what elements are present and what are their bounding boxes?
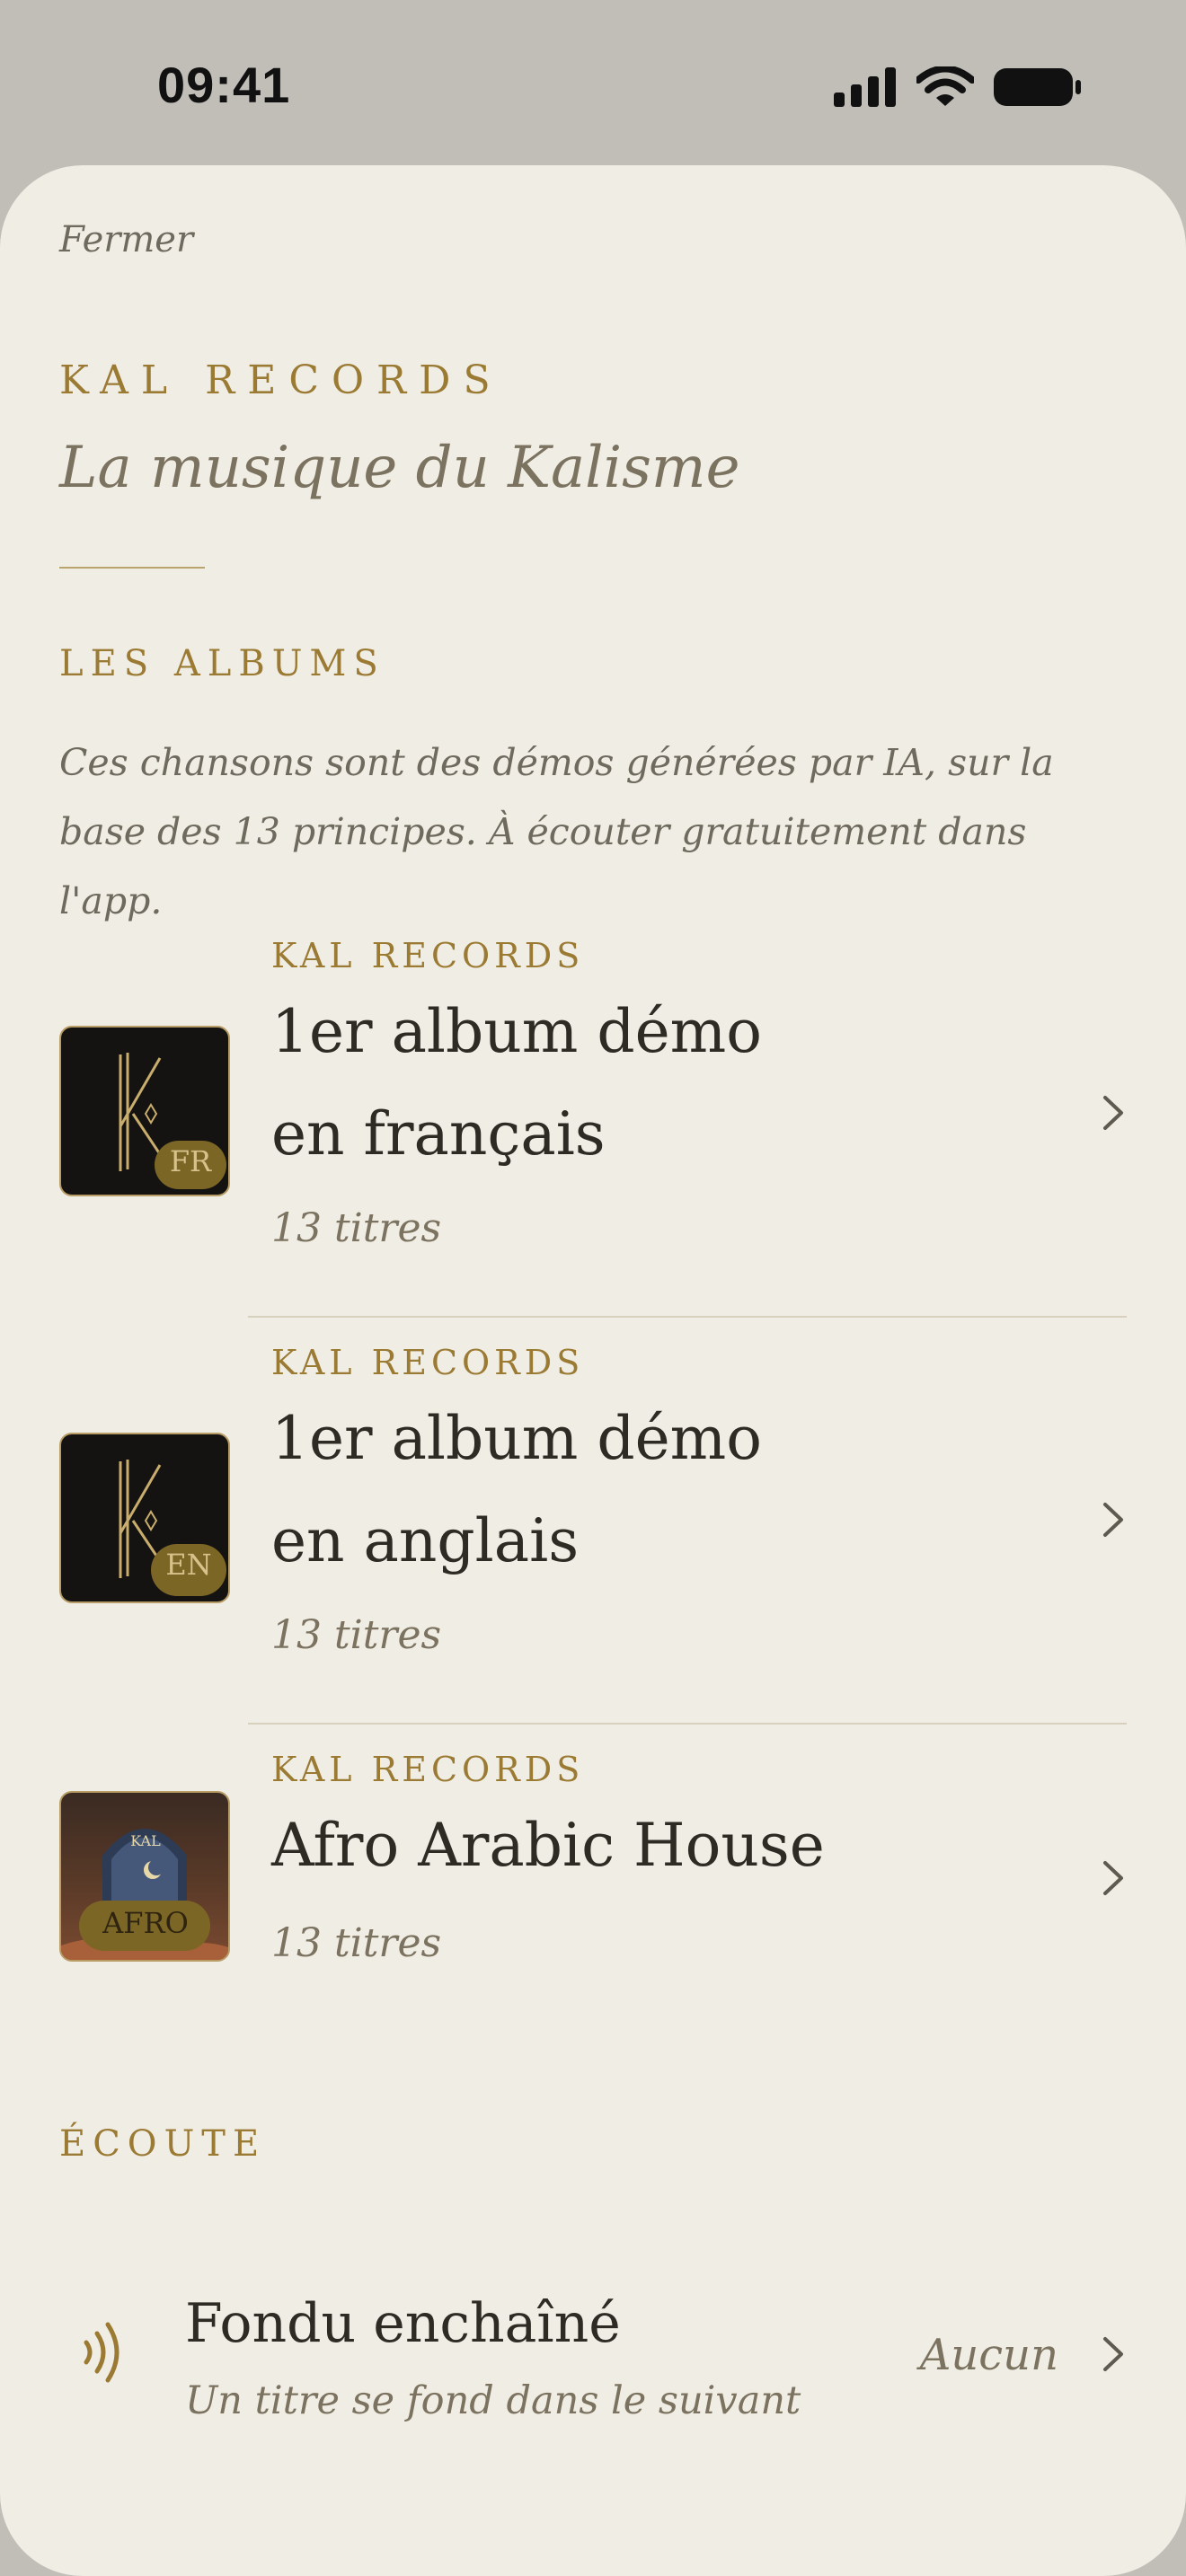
- album-title: 1er album démo: [271, 1404, 762, 1473]
- album-badge: AFRO: [102, 1906, 189, 1940]
- album-title-line2: en anglais: [271, 1506, 580, 1575]
- album-cover-french: FR: [59, 1026, 230, 1196]
- wifi-icon: [916, 66, 974, 106]
- chevron-right-icon: [1103, 1096, 1123, 1130]
- brand-label: KAL RECORDS: [59, 357, 503, 403]
- album-cover-english: EN: [59, 1433, 230, 1603]
- album-label: KAL RECORDS: [271, 1750, 585, 1789]
- album-label: KAL RECORDS: [271, 1343, 585, 1382]
- close-button[interactable]: Fermer: [59, 219, 193, 260]
- music-sheet: Fermer KAL RECORDS La musique du Kalisme…: [0, 165, 1186, 2576]
- signal-icon: [834, 67, 896, 107]
- album-title-line2: en français: [271, 1099, 606, 1169]
- album-badge: FR: [169, 1144, 212, 1178]
- row-divider: [248, 1723, 1127, 1725]
- chevron-right-icon: [1103, 1861, 1123, 1895]
- gold-divider: [59, 567, 205, 569]
- status-time: 09:41: [157, 57, 291, 113]
- album-row-french[interactable]: KAL RECORDS FR 1er album démo en françai…: [0, 936, 1186, 1311]
- chevron-right-icon: [1103, 1503, 1123, 1537]
- listening-heading: ÉCOUTE: [59, 2123, 267, 2165]
- album-label: KAL RECORDS: [271, 936, 585, 975]
- row-divider: [248, 1316, 1127, 1318]
- album-row-english[interactable]: KAL RECORDS EN 1er album démo en anglais…: [0, 1343, 1186, 1718]
- setting-title: Fondu enchaîné: [185, 2292, 621, 2355]
- album-track-count: 13 titres: [271, 1920, 442, 1966]
- album-title: Afro Arabic House: [271, 1811, 825, 1880]
- album-row-afro[interactable]: KAL RECORDS KAL AFRO Afro Arabic House 1…: [0, 1750, 1186, 1992]
- cover-mark: KAL: [130, 1832, 161, 1849]
- album-title: 1er album démo: [271, 997, 762, 1066]
- chevron-right-icon: [1103, 2337, 1123, 2371]
- battery-icon: [994, 68, 1081, 106]
- album-track-count: 13 titres: [271, 1612, 442, 1658]
- page-subtitle: La musique du Kalisme: [59, 435, 740, 501]
- setting-value: Aucun: [919, 2330, 1058, 2380]
- album-track-count: 13 titres: [271, 1205, 442, 1251]
- albums-heading: LES ALBUMS: [59, 643, 385, 684]
- albums-intro: Ces chansons sont des démos générées par…: [59, 741, 1054, 922]
- sound-waves-icon: [84, 2322, 119, 2383]
- setting-description: Un titre se fond dans le suivant: [185, 2378, 801, 2423]
- crossfade-setting[interactable]: Fondu enchaîné Un titre se fond dans le …: [0, 2231, 1186, 2447]
- album-cover-afro: KAL AFRO: [59, 1791, 230, 1962]
- status-icons: [834, 65, 1082, 110]
- status-bar: 09:41: [0, 0, 1186, 166]
- album-badge: EN: [165, 1548, 212, 1582]
